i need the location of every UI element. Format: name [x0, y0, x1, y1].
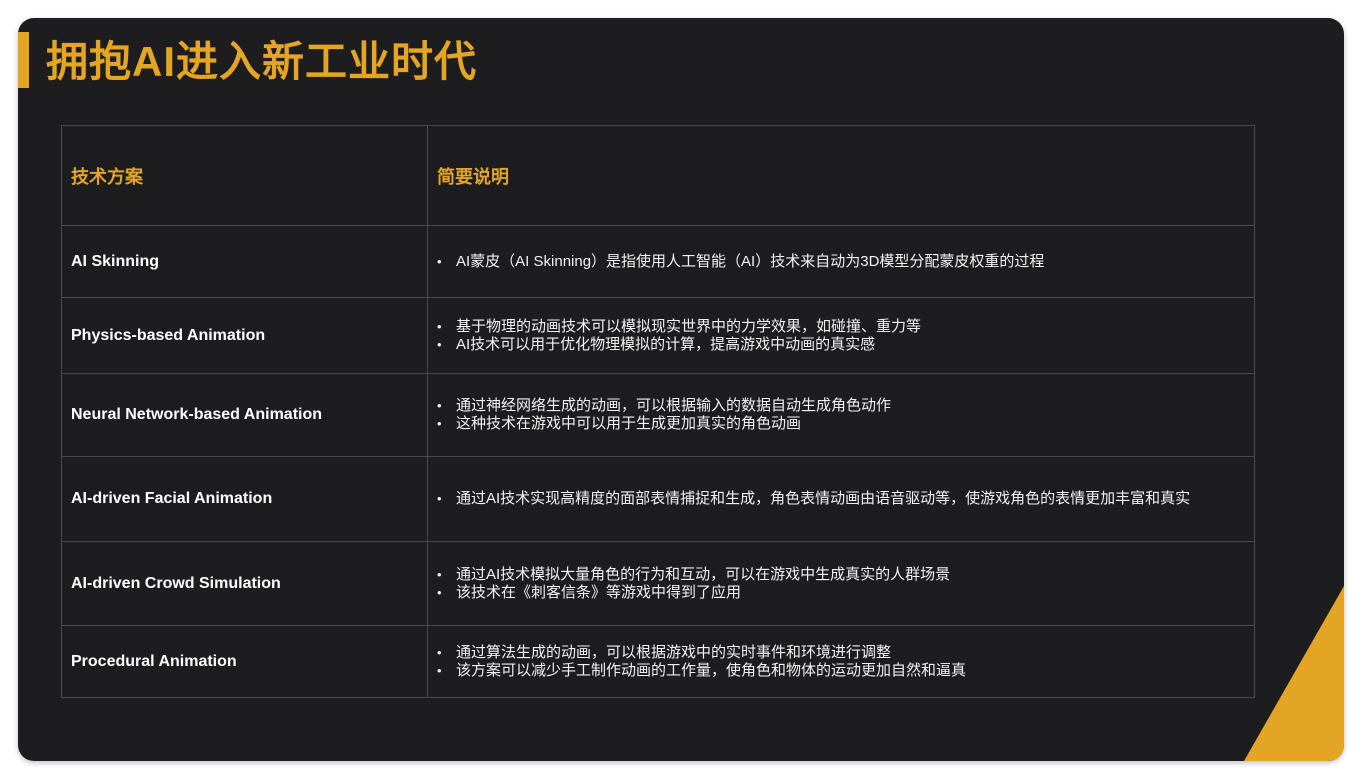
- technology-name-cell: Neural Network-based Animation: [61, 373, 428, 457]
- table-row: Physics-based Animation 基于物理的动画技术可以模拟现实世…: [61, 297, 1255, 374]
- technology-name-cell: Procedural Animation: [61, 625, 428, 698]
- bullet-item: 通过算法生成的动画，可以根据游戏中的实时事件和环境进行调整: [437, 644, 1254, 662]
- table-row: AI-driven Facial Animation 通过AI技术实现高精度的面…: [61, 456, 1255, 542]
- bullet-list: AI蒙皮（AI Skinning）是指使用人工智能（AI）技术来自动为3D模型分…: [437, 253, 1254, 271]
- bullet-item: 通过AI技术实现高精度的面部表情捕捉和生成，角色表情动画由语音驱动等，使游戏角色…: [437, 490, 1254, 508]
- bullet-item: AI技术可以用于优化物理模拟的计算，提高游戏中动画的真实感: [437, 336, 1254, 354]
- title-accent-bar: [18, 32, 29, 88]
- technology-name: Neural Network-based Animation: [71, 406, 323, 423]
- bullet-list: 通过算法生成的动画，可以根据游戏中的实时事件和环境进行调整 该方案可以减少手工制…: [437, 644, 1254, 680]
- column-header-description: 简要说明: [427, 125, 1255, 226]
- description-cell: 通过神经网络生成的动画，可以根据输入的数据自动生成角色动作 这种技术在游戏中可以…: [427, 373, 1255, 457]
- bullet-list: 基于物理的动画技术可以模拟现实世界中的力学效果，如碰撞、重力等 AI技术可以用于…: [437, 318, 1254, 354]
- bullet-list: 通过AI技术模拟大量角色的行为和互动，可以在游戏中生成真实的人群场景 该技术在《…: [437, 566, 1254, 602]
- technology-table: 技术方案 简要说明 AI Skinning AI蒙皮（AI Skinning）是…: [61, 125, 1255, 698]
- bullet-item: 该方案可以减少手工制作动画的工作量，使角色和物体的运动更加自然和逼真: [437, 662, 1254, 680]
- description-cell: 通过AI技术模拟大量角色的行为和互动，可以在游戏中生成真实的人群场景 该技术在《…: [427, 541, 1255, 626]
- bullet-list: 通过AI技术实现高精度的面部表情捕捉和生成，角色表情动画由语音驱动等，使游戏角色…: [437, 490, 1254, 508]
- bullet-item: 基于物理的动画技术可以模拟现实世界中的力学效果，如碰撞、重力等: [437, 318, 1254, 336]
- technology-name: AI-driven Facial Animation: [71, 490, 273, 507]
- technology-name: AI Skinning: [71, 252, 159, 270]
- corner-triangle-decoration: [1244, 586, 1344, 761]
- description-cell: 基于物理的动画技术可以模拟现实世界中的力学效果，如碰撞、重力等 AI技术可以用于…: [427, 297, 1255, 374]
- bullet-item: 这种技术在游戏中可以用于生成更加真实的角色动画: [437, 415, 1254, 433]
- table-row: AI Skinning AI蒙皮（AI Skinning）是指使用人工智能（AI…: [61, 225, 1255, 298]
- bullet-item: AI蒙皮（AI Skinning）是指使用人工智能（AI）技术来自动为3D模型分…: [437, 253, 1254, 271]
- bullet-item: 通过AI技术模拟大量角色的行为和互动，可以在游戏中生成真实的人群场景: [437, 566, 1254, 584]
- technology-name-cell: Physics-based Animation: [61, 297, 428, 374]
- bullet-item: 该技术在《刺客信条》等游戏中得到了应用: [437, 584, 1254, 602]
- slide: 拥抱AI进入新工业时代 技术方案 简要说明 AI Skinning AI蒙皮（A…: [18, 18, 1344, 761]
- technology-name: Procedural Animation: [71, 652, 237, 670]
- slide-title: 拥抱AI进入新工业时代: [46, 38, 478, 85]
- description-cell: 通过AI技术实现高精度的面部表情捕捉和生成，角色表情动画由语音驱动等，使游戏角色…: [427, 456, 1255, 542]
- description-cell: 通过算法生成的动画，可以根据游戏中的实时事件和环境进行调整 该方案可以减少手工制…: [427, 625, 1255, 698]
- table-row: Neural Network-based Animation 通过神经网络生成的…: [61, 373, 1255, 457]
- table-row: AI-driven Crowd Simulation 通过AI技术模拟大量角色的…: [61, 541, 1255, 626]
- technology-name: Physics-based Animation: [71, 326, 266, 344]
- column-header-technology: 技术方案: [61, 125, 428, 226]
- technology-name-cell: AI Skinning: [61, 225, 428, 298]
- description-cell: AI蒙皮（AI Skinning）是指使用人工智能（AI）技术来自动为3D模型分…: [427, 225, 1255, 298]
- table-row: Procedural Animation 通过算法生成的动画，可以根据游戏中的实…: [61, 625, 1255, 698]
- table-header-row: 技术方案 简要说明: [61, 125, 1255, 226]
- bullet-item: 通过神经网络生成的动画，可以根据输入的数据自动生成角色动作: [437, 397, 1254, 415]
- technology-name-cell: AI-driven Facial Animation: [61, 456, 428, 542]
- technology-name: AI-driven Crowd Simulation: [71, 574, 281, 592]
- technology-name-cell: AI-driven Crowd Simulation: [61, 541, 428, 626]
- bullet-list: 通过神经网络生成的动画，可以根据输入的数据自动生成角色动作 这种技术在游戏中可以…: [437, 397, 1254, 433]
